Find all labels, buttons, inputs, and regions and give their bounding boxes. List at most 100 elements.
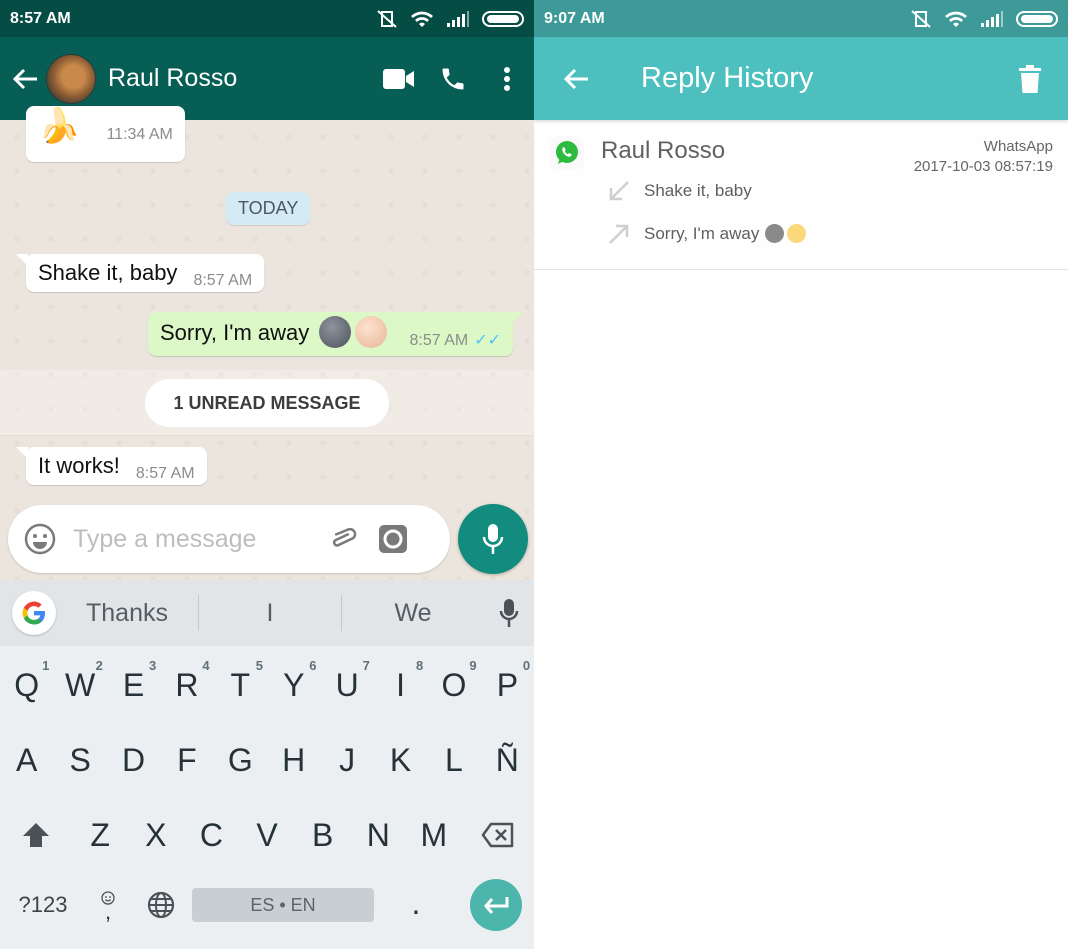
key-row-4: ?123 , ES • EN . — [0, 870, 534, 940]
emoji-button[interactable] — [23, 522, 57, 556]
key-d[interactable]: D — [107, 725, 160, 795]
comma-emoji-key[interactable]: , — [86, 870, 130, 940]
key-z[interactable]: Z — [72, 800, 128, 870]
history-item[interactable]: Raul Rosso WhatsApp 2017-10-03 08:57:19 … — [534, 120, 1068, 270]
voice-input-button[interactable] — [484, 598, 534, 628]
key-m[interactable]: M — [406, 800, 462, 870]
received-message-row: Shake it, baby — [604, 176, 752, 206]
key-label: O — [441, 666, 467, 703]
key-hint: 6 — [309, 658, 317, 673]
message-time: 8:57 AM — [135, 465, 195, 482]
banana-emoji: 🍌 — [38, 107, 81, 145]
key-b[interactable]: B — [295, 800, 351, 870]
status-bar: 9:07 AM — [534, 0, 1068, 37]
smiley-icon — [24, 523, 56, 555]
suggestion-1[interactable]: Thanks — [56, 599, 198, 628]
full-moon-face-emoji — [355, 316, 388, 348]
key-h[interactable]: H — [267, 725, 320, 795]
message-bubble-outgoing[interactable]: Sorry, I'm away 8:57 AM ✓✓ — [148, 312, 524, 356]
key-e[interactable]: E3 — [107, 650, 160, 720]
contact-name[interactable]: Raul Rosso — [108, 64, 372, 93]
key-u[interactable]: U7 — [320, 650, 373, 720]
status-time: 9:07 AM — [544, 9, 605, 27]
message-input[interactable] — [73, 524, 313, 554]
key-o[interactable]: O9 — [427, 650, 480, 720]
voice-call-button[interactable] — [426, 54, 480, 104]
suggestion-bar: Thanks I We — [0, 580, 534, 646]
contact-avatar[interactable] — [46, 53, 96, 104]
key-label: U — [335, 666, 359, 703]
message-text: Sorry, I'm away — [160, 319, 310, 345]
key-label: T — [230, 666, 251, 703]
battery-icon — [1016, 10, 1058, 27]
key-n-tilde[interactable]: Ñ — [481, 725, 534, 795]
phone-icon — [442, 68, 464, 89]
key-hint: 2 — [95, 658, 103, 673]
suggestion-2[interactable]: I — [199, 599, 341, 628]
back-button[interactable] — [546, 49, 606, 109]
key-w[interactable]: W2 — [53, 650, 106, 720]
double-check-read-icon: ✓✓ — [474, 331, 502, 349]
key-j[interactable]: J — [320, 725, 373, 795]
key-i[interactable]: I8 — [374, 650, 427, 720]
outgoing-arrow-icon — [604, 219, 634, 249]
key-v[interactable]: V — [239, 800, 295, 870]
message-text: It works! — [38, 453, 120, 478]
enter-button[interactable] — [470, 879, 522, 931]
key-c[interactable]: C — [184, 800, 240, 870]
key-p[interactable]: P0 — [481, 650, 534, 720]
key-s[interactable]: S — [53, 725, 106, 795]
battery-icon — [482, 10, 524, 27]
key-row-2: A S D F G H J K L Ñ — [0, 725, 534, 795]
more-options-button[interactable] — [480, 54, 534, 104]
key-r[interactable]: R4 — [160, 650, 213, 720]
camera-button[interactable] — [373, 519, 413, 559]
video-call-button[interactable] — [372, 54, 426, 104]
app-bar: Reply History — [534, 37, 1068, 120]
language-key[interactable] — [130, 870, 192, 940]
trash-icon — [1019, 64, 1041, 93]
suggestion-3[interactable]: We — [342, 599, 484, 628]
attach-button[interactable] — [323, 519, 363, 559]
key-hint: 3 — [148, 658, 157, 673]
key-k[interactable]: K — [374, 725, 427, 795]
page-title: Reply History — [641, 62, 814, 94]
shift-arrow-icon — [23, 823, 50, 847]
whatsapp-app-icon — [550, 136, 584, 170]
message-bubble-incoming[interactable]: Shake it, baby 8:57 AM — [15, 254, 265, 292]
camera-icon — [379, 525, 407, 553]
key-label: E — [122, 666, 145, 703]
new-moon-face-emoji — [319, 316, 352, 348]
key-row-3: Z X C V B N M — [0, 800, 534, 870]
key-hint: 0 — [522, 658, 531, 673]
key-x[interactable]: X — [128, 800, 184, 870]
reply-message-row: Sorry, I'm away — [604, 219, 807, 249]
key-label: I — [396, 666, 405, 703]
key-y[interactable]: Y6 — [267, 650, 320, 720]
key-row-1: Q1 W2 E3 R4 T5 Y6 U7 I8 O9 P0 — [0, 650, 534, 720]
delete-history-button[interactable] — [1000, 49, 1060, 109]
key-t[interactable]: T5 — [214, 650, 267, 720]
google-search-button[interactable] — [12, 591, 56, 635]
voice-record-button[interactable] — [458, 504, 528, 574]
key-a[interactable]: A — [0, 725, 53, 795]
shift-key[interactable] — [0, 800, 72, 870]
date-chip: TODAY — [226, 192, 311, 225]
spacebar[interactable]: ES • EN — [192, 888, 374, 922]
key-q[interactable]: Q1 — [0, 650, 53, 720]
back-button[interactable] — [4, 58, 46, 100]
message-time: 8:57 AM — [193, 272, 253, 289]
period-key[interactable]: . — [374, 870, 458, 940]
key-g[interactable]: G — [214, 725, 267, 795]
backspace-key[interactable] — [462, 800, 534, 870]
key-l[interactable]: L — [427, 725, 480, 795]
vibrate-off-icon — [377, 9, 397, 28]
key-n[interactable]: N — [350, 800, 406, 870]
symbols-key[interactable]: ?123 — [0, 870, 86, 940]
message-bubble-incoming[interactable]: It works! 8:57 AM — [16, 447, 207, 485]
contact-name: Raul Rosso — [601, 137, 726, 164]
enter-key[interactable] — [458, 870, 534, 940]
arrow-left-icon — [12, 68, 37, 89]
key-f[interactable]: F — [160, 725, 213, 795]
message-bubble-earlier[interactable]: 🍌 11:34 AM — [26, 106, 185, 162]
